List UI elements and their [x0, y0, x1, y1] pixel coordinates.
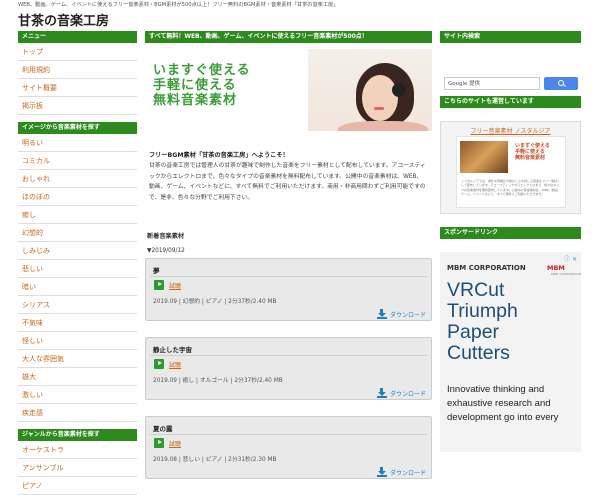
- download-button[interactable]: ダウンロード: [376, 388, 426, 398]
- other-site-description: ノスタルジアでは、素朴な雰囲気や懐かしさを感じる音楽をフリー素材として配布してい…: [461, 179, 561, 196]
- search-brand: Google: [448, 81, 468, 87]
- image-category-item[interactable]: 大人な雰囲気: [18, 350, 137, 368]
- image-category-item[interactable]: 暗い: [18, 278, 137, 296]
- download-icon: [376, 388, 387, 398]
- other-site-link[interactable]: フリー音楽素材 ノスタルジア: [441, 126, 580, 135]
- track-title[interactable]: 夢: [153, 265, 160, 275]
- download-label: ダウンロード: [389, 311, 426, 319]
- right-sidebar: サイト内検索 Google 提供 こちらのサイトも運営しています フリー音楽素材…: [440, 31, 581, 452]
- intro-title: フリーBGM素材「甘茶の音楽工房」へようこそ！: [149, 152, 289, 159]
- play-icon[interactable]: [154, 359, 164, 369]
- ad-logo: MBM: [547, 264, 565, 272]
- search-section-title: サイト内検索: [440, 31, 581, 43]
- sponsor-title: スポンサードリンク: [440, 227, 581, 239]
- left-sidebar: メニュー トップ 利用規約 サイト概要 掲示板 イメージから音楽素材を探す 明るい コミ…: [18, 31, 137, 495]
- hero-banner: いますぐ使える 手軽に使える 無料音楽素材: [145, 43, 432, 131]
- listen-link[interactable]: 試聴: [169, 360, 181, 369]
- banner-line: 手軽に使える: [153, 78, 237, 93]
- track-meta: 2019.09 | 幻想的 | ピアノ | 2分37秒/2.40 MB: [153, 299, 277, 305]
- intro-text: 甘茶の音楽工房では管理人の甘茶が趣味で制作した音楽をフリー素材として配布していま…: [149, 163, 426, 201]
- track-card: 静止した宇宙 試聴 2019.09 | 癒し | オルゴール | 2分37秒/2.4…: [145, 337, 432, 400]
- info-icon[interactable]: ⓘ ✕: [564, 254, 577, 263]
- other-site-tagline: いますぐ使える 手軽に使える 無料音楽素材: [515, 143, 550, 161]
- track-card: 夏の露試聴 2019.08 | 悲しい | ピアノ | 2分31秒/2.30 MB…: [145, 416, 432, 479]
- track-list: 夢試聴 2019.09 | 幻想的 | ピアノ | 2分37秒/2.40 MB ダウ…: [145, 258, 432, 479]
- image-category-item[interactable]: しみじみ: [18, 242, 137, 260]
- menu-list: トップ 利用規約 サイト概要 掲示板: [18, 43, 137, 115]
- track-title[interactable]: 静止した宇宙: [153, 344, 192, 354]
- genre-category-item[interactable]: オーケストラ: [18, 441, 137, 459]
- banner-line: 無料音楽素材: [153, 93, 238, 108]
- image-category-item[interactable]: 雄大: [18, 368, 137, 386]
- genre-category-list: オーケストラ アンサンブル ピアノ: [18, 441, 137, 495]
- download-label: ダウンロード: [389, 469, 426, 477]
- image-category-item[interactable]: 幻想的: [18, 224, 137, 242]
- intro-section: フリーBGM素材「甘茶の音楽工房」へようこそ！ 甘茶の音楽工房では管理人の甘茶が…: [145, 150, 432, 203]
- genre-section-title: ジャンルから音楽素材を探す: [18, 429, 137, 441]
- ad-company: MBM CORPORATION: [447, 264, 526, 272]
- genre-category-item[interactable]: ピアノ: [18, 477, 137, 495]
- download-icon: [376, 309, 387, 319]
- download-icon: [376, 467, 387, 477]
- site-tagline: WEB、動画、ゲーム、イベントに使えるフリー音楽素材・BGM素材が500点以上！…: [18, 2, 339, 8]
- menu-item[interactable]: 利用規約: [18, 61, 137, 79]
- menu-item[interactable]: 掲示板: [18, 97, 137, 115]
- track-meta: 2019.08 | 悲しい | ピアノ | 2分31秒/2.30 MB: [153, 457, 277, 463]
- download-button[interactable]: ダウンロード: [376, 309, 426, 319]
- track-meta: 2019.09 | 癒し | オルゴール | 2分37秒/2.40 MB: [153, 378, 283, 384]
- image-category-item[interactable]: ほのぼの: [18, 188, 137, 206]
- main-content: すべて無料！WEB、動画、ゲーム、イベントに使えるフリー音楽素材が500点！ い…: [145, 31, 432, 479]
- other-site-card: フリー音楽素材 ノスタルジア いますぐ使える 手軽に使える 無料音楽素材 ノスタ…: [440, 121, 581, 214]
- ad-body: Innovative thinking and exhaustive resea…: [447, 384, 559, 423]
- image-category-item[interactable]: 疾走感: [18, 404, 137, 422]
- image-category-item[interactable]: 激しい: [18, 386, 137, 404]
- play-icon[interactable]: [154, 280, 164, 290]
- image-category-item[interactable]: シリアス: [18, 296, 137, 314]
- listen-link[interactable]: 試聴: [169, 281, 181, 290]
- menu-item[interactable]: サイト概要: [18, 79, 137, 97]
- image-section-title: イメージから音楽素材を探す: [18, 122, 137, 134]
- site-search: Google 提供: [440, 43, 581, 96]
- new-tracks-title: 新着音楽素材: [147, 233, 185, 240]
- download-label: ダウンロード: [389, 390, 426, 398]
- new-tracks-date: ▼2019/09/12: [147, 248, 185, 254]
- play-icon[interactable]: [154, 438, 164, 448]
- ad-logo-sub: MBM CORPORATION: [551, 272, 581, 276]
- image-category-item[interactable]: 癒し: [18, 206, 137, 224]
- banner-line: いますぐ使える: [153, 63, 251, 78]
- download-button[interactable]: ダウンロード: [376, 467, 426, 477]
- other-sites-title: こちらのサイトも運営しています: [440, 96, 581, 108]
- listen-link[interactable]: 試聴: [169, 439, 181, 448]
- guitar-photo: [460, 141, 508, 173]
- image-category-item[interactable]: 怪しい: [18, 332, 137, 350]
- banner-photo: [308, 49, 432, 131]
- banner-heading: すべて無料！WEB、動画、ゲーム、イベントに使えるフリー音楽素材が500点！: [145, 31, 432, 43]
- image-category-item[interactable]: 悲しい: [18, 260, 137, 278]
- image-category-item[interactable]: 明るい: [18, 134, 137, 152]
- ad-headline: VRCut Triumph Paper Cutters: [447, 279, 518, 364]
- image-category-item[interactable]: おしゃれ: [18, 170, 137, 188]
- image-category-item[interactable]: コミカル: [18, 152, 137, 170]
- other-site-image[interactable]: いますぐ使える 手軽に使える 無料音楽素材 ノスタルジアでは、素朴な雰囲気や懐か…: [456, 136, 566, 208]
- search-placeholder: 提供: [469, 81, 481, 87]
- menu-item[interactable]: トップ: [18, 43, 137, 61]
- image-category-list: 明るい コミカル おしゃれ ほのぼの 癒し 幻想的 しみじみ 悲しい 暗い シリアス 不気味 怪しい大…: [18, 134, 137, 422]
- search-input[interactable]: Google 提供: [444, 77, 540, 90]
- search-button[interactable]: [544, 77, 578, 90]
- track-card: 夢試聴 2019.09 | 幻想的 | ピアノ | 2分37秒/2.40 MB ダウ…: [145, 258, 432, 321]
- headphone-icon: [392, 83, 406, 97]
- advertisement[interactable]: ⓘ ✕ MBM CORPORATION MBM MBM CORPORATION …: [440, 252, 581, 452]
- site-title[interactable]: 甘茶の音楽工房: [18, 10, 109, 29]
- banner-text: いますぐ使える 手軽に使える 無料音楽素材: [153, 63, 251, 108]
- menu-section-title: メニュー: [18, 31, 137, 43]
- genre-category-item[interactable]: アンサンブル: [18, 459, 137, 477]
- track-title[interactable]: 夏の露: [153, 423, 173, 433]
- image-category-item[interactable]: 不気味: [18, 314, 137, 332]
